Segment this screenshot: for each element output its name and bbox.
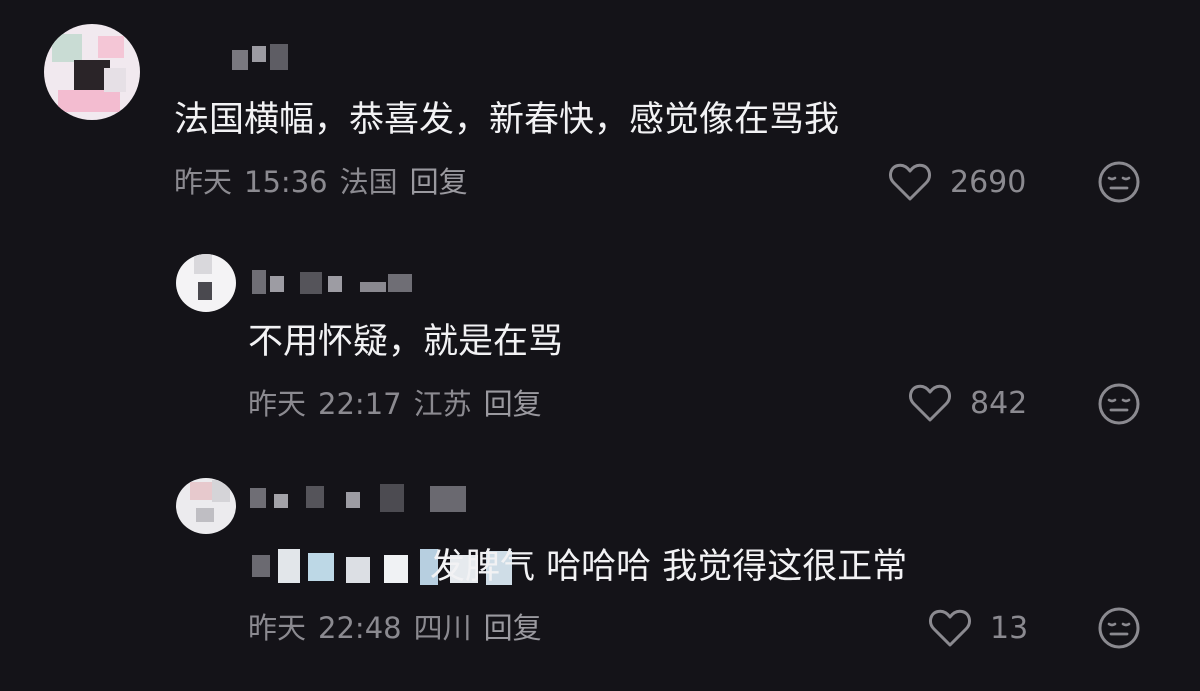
reply-button[interactable]: 回复 bbox=[484, 611, 542, 645]
comment-time: 22:48 bbox=[318, 611, 402, 645]
comment-location: 四川 bbox=[413, 611, 472, 645]
avatar[interactable] bbox=[176, 478, 236, 534]
reply-item: 发脾气 哈哈哈 我觉得这很正常 昨天 22:48 四川 回复 13 bbox=[0, 0, 1200, 691]
username[interactable] bbox=[250, 482, 470, 512]
comment-date: 昨天 bbox=[248, 611, 307, 645]
comment-meta: 昨天 22:48 四川 回复 bbox=[248, 610, 554, 646]
dislike-button[interactable] bbox=[1097, 606, 1141, 650]
like-count: 13 bbox=[990, 610, 1029, 646]
like-button[interactable]: 13 bbox=[928, 606, 1028, 650]
heart-outline-icon bbox=[929, 609, 971, 647]
comment-thread: 法国横幅，恭喜发，新春快，感觉像在骂我 昨天15:36法国回复 2690 bbox=[0, 0, 1200, 691]
comment-text: 发脾气 哈哈哈 我觉得这很正常 bbox=[430, 547, 908, 587]
meh-face-icon bbox=[1098, 607, 1140, 649]
